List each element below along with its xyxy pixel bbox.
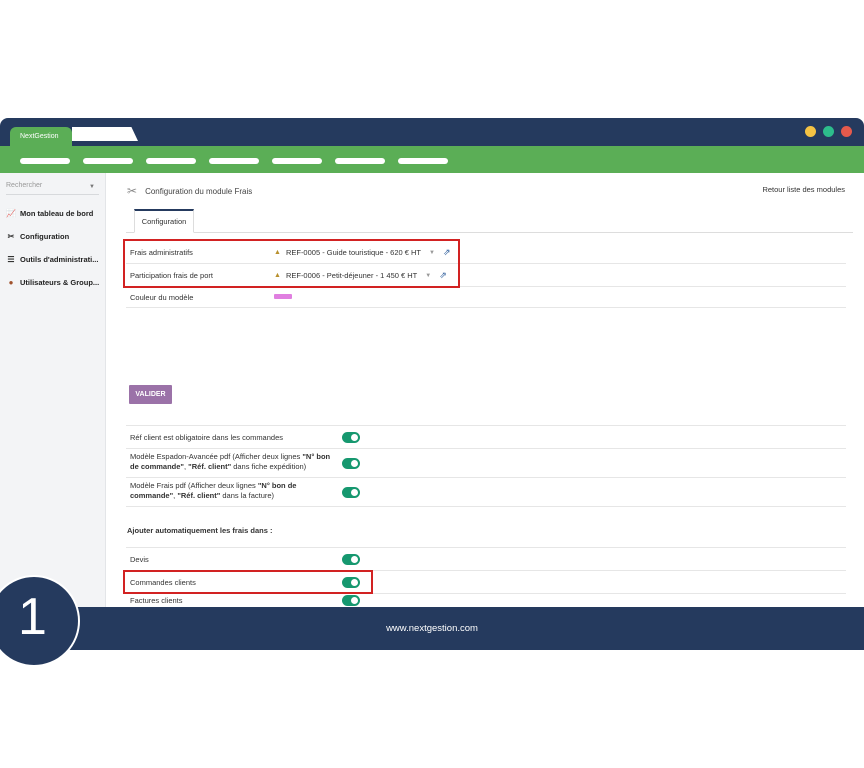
sidebar-item-label: Utilisateurs & Group...: [20, 278, 100, 287]
validate-button[interactable]: VALIDER: [129, 385, 172, 404]
setting-label: Couleur du modèle: [130, 293, 194, 302]
option-label: Réf client est obligatoire dans les comm…: [130, 433, 283, 442]
tools-icon: ✂: [127, 184, 138, 198]
nav-placeholder-7[interactable]: [398, 158, 448, 164]
window-controls: [805, 126, 852, 137]
main-content: ✂ Configuration du module Frais Retour l…: [107, 173, 864, 607]
app-window: NextGestion Rechercher ▼ 📈 Mon tableau d…: [0, 118, 864, 667]
color-swatch: [274, 294, 292, 299]
auto-add-section-title: Ajouter automatiquement les frais dans :: [127, 526, 273, 535]
server-icon: ☰: [7, 255, 15, 264]
tab-configuration[interactable]: Configuration: [134, 209, 194, 233]
sidebar-item-users-groups[interactable]: ● Utilisateurs & Group...: [0, 271, 105, 294]
sidebar-item-admin-tools[interactable]: ☰ Outils d'administrati...: [0, 248, 105, 271]
search-placeholder: Rechercher: [6, 182, 43, 189]
color-picker[interactable]: [274, 294, 292, 299]
option-row-frais-pdf: Modèle Frais pdf (Afficher deux lignes "…: [126, 478, 846, 507]
step-number: 1: [18, 588, 47, 646]
browser-tab-blank[interactable]: [72, 127, 138, 141]
option-row-ref-required: Réf client est obligatoire dans les comm…: [126, 426, 846, 449]
nav-placeholder-5[interactable]: [272, 158, 322, 164]
nav-placeholder-3[interactable]: [146, 158, 196, 164]
toggle-switch[interactable]: [342, 458, 360, 469]
nav-placeholder-4[interactable]: [209, 158, 259, 164]
minimize-dot[interactable]: [805, 126, 816, 137]
highlight-box-orders: [123, 570, 373, 594]
chevron-down-icon: ▼: [89, 184, 95, 190]
back-to-modules-link[interactable]: Retour liste des modules: [762, 185, 845, 194]
sidebar-item-label: Outils d'administrati...: [20, 255, 99, 264]
users-icon: ●: [8, 278, 14, 287]
tab-bar: Configuration: [126, 209, 853, 233]
auto-label: Factures clients: [130, 596, 183, 605]
auto-row-quotes: Devis: [126, 548, 846, 571]
page-title: ✂ Configuration du module Frais: [127, 184, 252, 198]
footer-url: www.nextgestion.com: [386, 623, 478, 634]
nav-placeholder-6[interactable]: [335, 158, 385, 164]
auto-row-customer-invoices: Factures clients: [126, 594, 846, 607]
sidebar-item-label: Configuration: [20, 232, 70, 241]
sidebar-item-configuration[interactable]: ✂ Configuration: [0, 225, 105, 248]
footer-bar: www.nextgestion.com: [0, 607, 864, 650]
nav-placeholder-2[interactable]: [83, 158, 133, 164]
sidebar-item-label: Mon tableau de bord: [20, 209, 94, 218]
title-bar: NextGestion: [0, 118, 864, 147]
option-label: Modèle Espadon-Avancée pdf (Afficher deu…: [130, 452, 331, 471]
chart-icon: 📈: [6, 209, 16, 218]
tools-icon: ✂: [7, 232, 15, 241]
setting-row-color: Couleur du modèle: [126, 287, 846, 308]
close-dot[interactable]: [841, 126, 852, 137]
auto-label: Devis: [130, 555, 149, 564]
option-row-espadon: Modèle Espadon-Avancée pdf (Afficher deu…: [126, 449, 846, 478]
browser-tab-nextgestion[interactable]: NextGestion: [10, 127, 72, 147]
maximize-dot[interactable]: [823, 126, 834, 137]
top-navigation-bar: [0, 146, 864, 173]
option-label: Modèle Frais pdf (Afficher deux lignes "…: [130, 481, 297, 500]
toggle-switch[interactable]: [342, 595, 360, 606]
sidebar: Rechercher ▼ 📈 Mon tableau de bord ✂ Con…: [0, 173, 106, 607]
toggle-switch[interactable]: [342, 487, 360, 498]
toggle-switch[interactable]: [342, 554, 360, 565]
sidebar-item-dashboard[interactable]: 📈 Mon tableau de bord: [0, 202, 105, 225]
nav-placeholder-1[interactable]: [20, 158, 70, 164]
sidebar-search[interactable]: Rechercher ▼: [6, 181, 99, 195]
highlight-box-fees: [123, 239, 460, 288]
page-title-text: Configuration du module Frais: [145, 186, 253, 196]
toggle-switch[interactable]: [342, 432, 360, 443]
